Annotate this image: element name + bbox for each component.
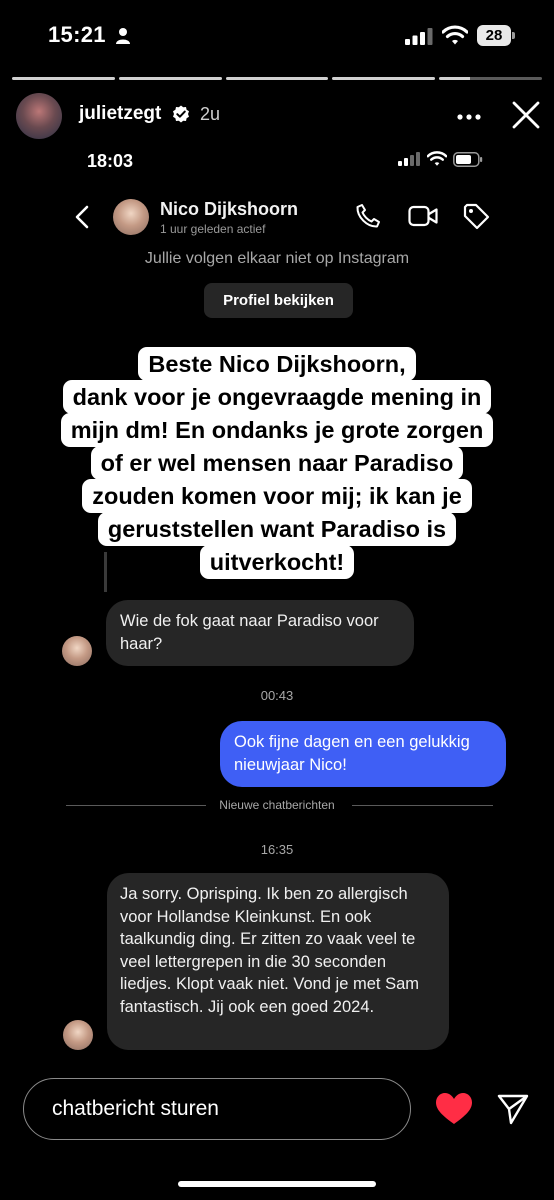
contact-avatar[interactable]: [63, 1020, 93, 1050]
overlay-line: mijn dm! En ondanks je grote zorgen: [60, 413, 494, 447]
close-icon[interactable]: [511, 100, 541, 130]
overlay-line: of er wel mensen naar Paradiso: [90, 446, 464, 480]
story-progress: [12, 77, 542, 80]
video-icon[interactable]: [408, 204, 438, 228]
new-messages-divider: Nieuwe chatberichten: [219, 798, 335, 812]
battery-icon: [453, 152, 483, 167]
tag-icon[interactable]: [463, 203, 490, 230]
progress-segment-current: [439, 77, 542, 80]
wifi-icon: [442, 25, 468, 45]
progress-segment: [332, 77, 436, 80]
story-age: 2u: [200, 104, 221, 124]
contact-activity-status: 1 uur geleden actief: [160, 222, 266, 236]
progress-segment: [12, 77, 115, 80]
message-timestamp: 16:35: [260, 842, 294, 857]
story-avatar[interactable]: [16, 93, 62, 139]
send-icon[interactable]: [496, 1092, 530, 1126]
view-profile-button[interactable]: Profiel bekijken: [204, 283, 353, 318]
more-icon[interactable]: [457, 105, 481, 129]
battery-level: 28: [477, 25, 511, 46]
signal-icon: [398, 152, 420, 166]
inner-status-time: 18:03: [87, 151, 134, 171]
back-icon[interactable]: [72, 205, 92, 229]
person-icon: [116, 28, 130, 44]
story-reply-input[interactable]: [23, 1078, 411, 1140]
wifi-icon: [427, 151, 447, 166]
overlay-line: dank voor je ongevraagde mening in: [62, 380, 492, 414]
progress-segment: [118, 77, 222, 80]
contact-avatar[interactable]: [113, 199, 149, 235]
incoming-message[interactable]: Ja sorry. Oprisping. Ik ben zo allergisc…: [107, 873, 449, 1050]
contact-name[interactable]: Nico Dijkshoorn: [160, 199, 298, 220]
follow-status-note: Jullie volgen elkaar niet op Instagram: [144, 250, 410, 267]
incoming-message[interactable]: Wie de fok gaat naar Paradiso voor haar?: [106, 600, 414, 666]
call-icon[interactable]: [355, 203, 381, 229]
overlay-line: geruststellen want Paradiso is: [97, 512, 457, 546]
contact-avatar[interactable]: [62, 636, 92, 666]
verified-icon: [173, 105, 189, 123]
story-text-overlay: Beste Nico Dijkshoorn, dank voor je onge…: [30, 347, 524, 579]
home-indicator: [178, 1181, 376, 1187]
status-bar-time: 15:21: [48, 22, 106, 47]
signal-icon: [405, 28, 433, 45]
battery-indicator: 28: [477, 25, 515, 46]
message-timestamp: 00:43: [260, 688, 294, 703]
overlay-line: Beste Nico Dijkshoorn,: [138, 347, 416, 381]
overlay-line: zouden komen voor mij; ik kan je: [82, 479, 472, 513]
heart-icon[interactable]: [435, 1092, 473, 1126]
reply-indicator: [104, 552, 107, 592]
outgoing-message[interactable]: Ook fijne dagen en een gelukkig nieuwjaa…: [220, 721, 506, 787]
overlay-line: uitverkocht!: [199, 545, 355, 579]
story-username[interactable]: julietzegt: [79, 103, 161, 125]
progress-segment: [225, 77, 329, 80]
